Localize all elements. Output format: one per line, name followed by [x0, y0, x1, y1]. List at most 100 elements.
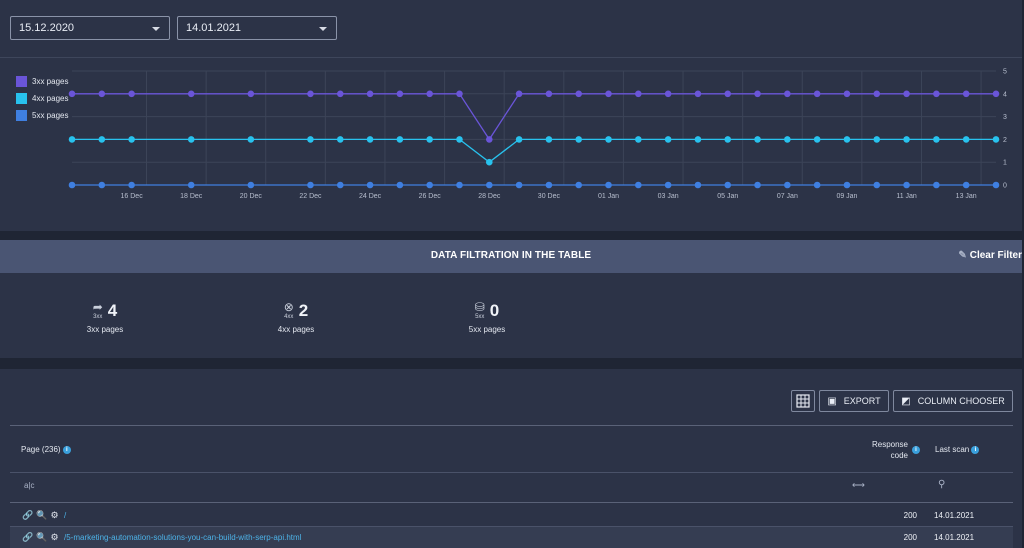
- column-header-label: Response: [871, 440, 908, 449]
- y-tick-label: 4: [1003, 91, 1007, 98]
- data-point: [545, 136, 553, 143]
- divider: [10, 425, 1013, 426]
- data-point: [962, 181, 970, 189]
- legend-item-5xx[interactable]: 5xx pages: [16, 107, 68, 124]
- x-circle-icon: ⊗: [283, 300, 294, 314]
- search-icon[interactable]: ⚲: [938, 479, 945, 490]
- y-tick-label: 2: [1003, 137, 1007, 144]
- series-line: [72, 138, 996, 164]
- legend-swatch: [16, 76, 27, 87]
- column-chooser-button[interactable]: ◩ COLUMN CHOOSER: [893, 390, 1013, 412]
- data-point: [128, 181, 135, 189]
- legend-item-3xx[interactable]: 3xx pages: [16, 73, 68, 90]
- stat-sub: 5xx: [475, 314, 485, 320]
- data-point: [68, 181, 76, 189]
- search-icon[interactable]: 🔍: [36, 510, 47, 521]
- info-icon[interactable]: i: [971, 445, 980, 454]
- data-point: [694, 181, 702, 189]
- stat-count: 0: [489, 301, 500, 320]
- search-icon[interactable]: 🔍: [36, 532, 47, 543]
- stat-4xx[interactable]: ⊗ 4xx 2 4xx pages: [256, 297, 336, 334]
- y-tick-label: 5: [1003, 69, 1007, 76]
- data-point: [396, 181, 404, 189]
- column-header-last-scan[interactable]: Last scan i: [935, 445, 980, 454]
- data-point: [724, 181, 732, 189]
- data-point: [515, 90, 523, 98]
- data-point: [128, 90, 135, 98]
- data-point: [635, 181, 642, 189]
- filter-header: DATA FILTRATION IN THE TABLE ✎ Clear Fil…: [0, 240, 1022, 273]
- data-point: [247, 136, 255, 143]
- data-point: [664, 181, 672, 189]
- data-point: [784, 136, 791, 143]
- data-point: [724, 136, 732, 143]
- response-code-cell: 200: [903, 511, 917, 520]
- database-icon: ⛁: [474, 300, 485, 314]
- column-chooser-label: COLUMN CHOOSER: [917, 396, 1005, 406]
- data-point: [754, 136, 761, 143]
- export-button[interactable]: ▣ EXPORT: [819, 390, 889, 412]
- legend-label: 3xx pages: [32, 77, 69, 86]
- data-point: [98, 181, 106, 189]
- data-point: [992, 90, 1000, 98]
- stat-sub: 4xx: [284, 314, 294, 320]
- data-point: [336, 136, 344, 143]
- column-header-label: code: [890, 451, 908, 460]
- column-header-page[interactable]: Page (236) i: [21, 445, 71, 454]
- stat-label: 5xx pages: [468, 325, 506, 334]
- data-point: [843, 181, 851, 189]
- data-point: [515, 181, 523, 189]
- x-tick-label: 05 Jan: [717, 193, 738, 200]
- data-point: [98, 90, 106, 98]
- table-panel: ▣ EXPORT ◩ COLUMN CHOOSER Page (236) i R…: [0, 369, 1022, 548]
- data-point: [426, 181, 433, 189]
- stat-5xx[interactable]: ⛁ 5xx 0 5xx pages: [447, 297, 527, 334]
- data-point: [307, 136, 314, 143]
- legend-item-4xx[interactable]: 4xx pages: [16, 90, 68, 107]
- info-icon[interactable]: i: [62, 445, 71, 454]
- response-code-chart: 0 1 2 3 4 5 16 Dec 18 Dec 20 Dec 22 Dec 24 Dec 26 D…: [68, 69, 1007, 200]
- info-icon[interactable]: i: [912, 446, 920, 454]
- column-header-label: Page (236): [21, 445, 61, 454]
- page-link[interactable]: /: [64, 511, 66, 520]
- data-point: [605, 136, 612, 143]
- text-filter-icon[interactable]: a|c: [24, 481, 35, 490]
- inspect-icon[interactable]: ⚙: [50, 532, 58, 543]
- stat-count: 4: [107, 301, 118, 320]
- stat-3xx[interactable]: ➦ 3xx 4 3xx pages: [65, 297, 145, 334]
- column-header-response-code[interactable]: Response code i: [862, 439, 920, 461]
- data-point: [98, 136, 106, 143]
- y-tick-label: 0: [1003, 183, 1007, 190]
- data-point: [933, 181, 940, 189]
- data-point: [485, 181, 493, 189]
- legend-label: 4xx pages: [32, 94, 69, 103]
- x-tick-label: 13 Jan: [956, 193, 977, 200]
- link-icon[interactable]: 🔗: [22, 532, 33, 543]
- x-tick-label: 18 Dec: [180, 193, 203, 200]
- data-point: [903, 90, 910, 98]
- table-row[interactable]: 🔗 🔍 ⚙ /5-marketing-automation-solutions-…: [10, 527, 1013, 548]
- page-link[interactable]: /5-marketing-automation-solutions-you-ca…: [64, 533, 301, 542]
- data-point: [366, 136, 374, 143]
- range-filter-icon[interactable]: ⟷: [852, 480, 865, 491]
- data-point: [962, 136, 970, 143]
- data-point: [575, 90, 583, 98]
- filter-title: DATA FILTRATION IN THE TABLE: [430, 250, 592, 261]
- data-point: [605, 181, 612, 189]
- grid-view-button[interactable]: [791, 390, 815, 412]
- data-point: [575, 181, 583, 189]
- data-point: [873, 181, 881, 189]
- table-row[interactable]: 🔗 🔍 ⚙ / 200 14.01.2021: [10, 505, 1013, 526]
- share-arrow-icon: ➦: [92, 300, 103, 314]
- stat-label: 3xx pages: [86, 325, 124, 334]
- data-point: [545, 90, 553, 98]
- inspect-icon[interactable]: ⚙: [50, 510, 58, 521]
- data-point: [128, 136, 135, 143]
- data-point: [813, 181, 821, 189]
- data-point: [396, 136, 404, 143]
- data-point: [694, 90, 702, 98]
- data-point: [68, 90, 76, 98]
- clear-filter-button[interactable]: ✎ Clear Filter: [958, 250, 1022, 261]
- link-icon[interactable]: 🔗: [22, 510, 33, 521]
- data-point: [635, 136, 642, 143]
